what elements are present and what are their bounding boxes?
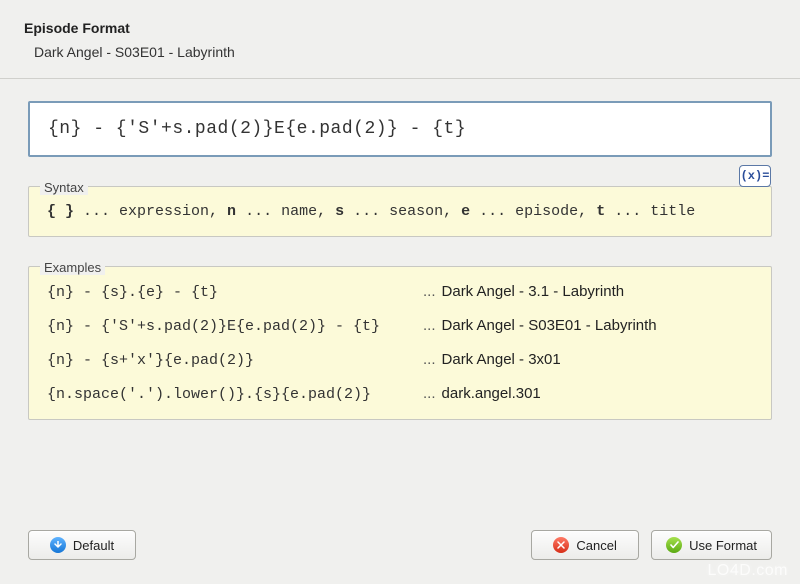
button-label: Cancel <box>576 538 616 553</box>
example-result: Dark Angel - S03E01 - Labyrinth <box>442 317 657 334</box>
watermark: LO4D.com <box>708 562 788 580</box>
example-code: {n} - {s+'x'}{e.pad(2)} <box>47 352 417 369</box>
syntax-token-e: e <box>461 203 470 220</box>
example-code: {n} - {s}.{e} - {t} <box>47 284 417 301</box>
syntax-box: { } ... expression, n ... name, s ... se… <box>28 186 772 237</box>
cancel-icon <box>553 537 569 553</box>
example-dots: ... <box>417 317 442 334</box>
example-row: {n} - {'S'+s.pad(2)}E{e.pad(2)} - {t} ..… <box>47 317 753 335</box>
syntax-token-braces: { } <box>47 203 74 220</box>
format-preview: Dark Angel - S03E01 - Labyrinth <box>24 44 776 60</box>
example-row: {n} - {s+'x'}{e.pad(2)} ... Dark Angel -… <box>47 351 753 369</box>
syntax-token-s: s <box>335 203 344 220</box>
example-result: dark.angel.301 <box>442 385 541 402</box>
arrow-down-icon <box>50 537 66 553</box>
example-code: {n} - {'S'+s.pad(2)}E{e.pad(2)} - {t} <box>47 318 417 335</box>
format-expression-input[interactable] <box>28 101 772 157</box>
default-button[interactable]: Default <box>28 530 136 560</box>
function-icon[interactable]: (x)= <box>739 165 771 187</box>
examples-group: Examples {n} - {s}.{e} - {t} ... Dark An… <box>28 251 772 420</box>
example-dots: ... <box>417 385 442 402</box>
dialog-title: Episode Format <box>24 20 776 36</box>
example-code: {n.space('.').lower()}.{s}{e.pad(2)} <box>47 386 417 403</box>
syntax-token-t: t <box>596 203 605 220</box>
accept-icon <box>666 537 682 553</box>
syntax-token-n: n <box>227 203 236 220</box>
episode-format-dialog: Episode Format Dark Angel - S03E01 - Lab… <box>0 0 800 584</box>
dialog-body: Syntax (x)= { } ... expression, n ... na… <box>0 79 800 420</box>
example-row: {n} - {s}.{e} - {t} ... Dark Angel - 3.1… <box>47 283 753 301</box>
use-format-button[interactable]: Use Format <box>651 530 772 560</box>
examples-group-label: Examples <box>40 260 105 275</box>
example-result: Dark Angel - 3x01 <box>442 351 561 368</box>
syntax-group: Syntax (x)= { } ... expression, n ... na… <box>28 171 772 237</box>
example-result: Dark Angel - 3.1 - Labyrinth <box>442 283 625 300</box>
example-dots: ... <box>417 351 442 368</box>
syntax-group-label: Syntax <box>40 180 88 195</box>
dialog-header: Episode Format Dark Angel - S03E01 - Lab… <box>0 0 800 60</box>
dialog-footer: Default Cancel Use Format <box>28 530 772 560</box>
cancel-button[interactable]: Cancel <box>531 530 639 560</box>
button-label: Default <box>73 538 114 553</box>
button-label: Use Format <box>689 538 757 553</box>
example-row: {n.space('.').lower()}.{s}{e.pad(2)} ...… <box>47 385 753 403</box>
examples-box: {n} - {s}.{e} - {t} ... Dark Angel - 3.1… <box>28 266 772 420</box>
example-dots: ... <box>417 283 442 300</box>
